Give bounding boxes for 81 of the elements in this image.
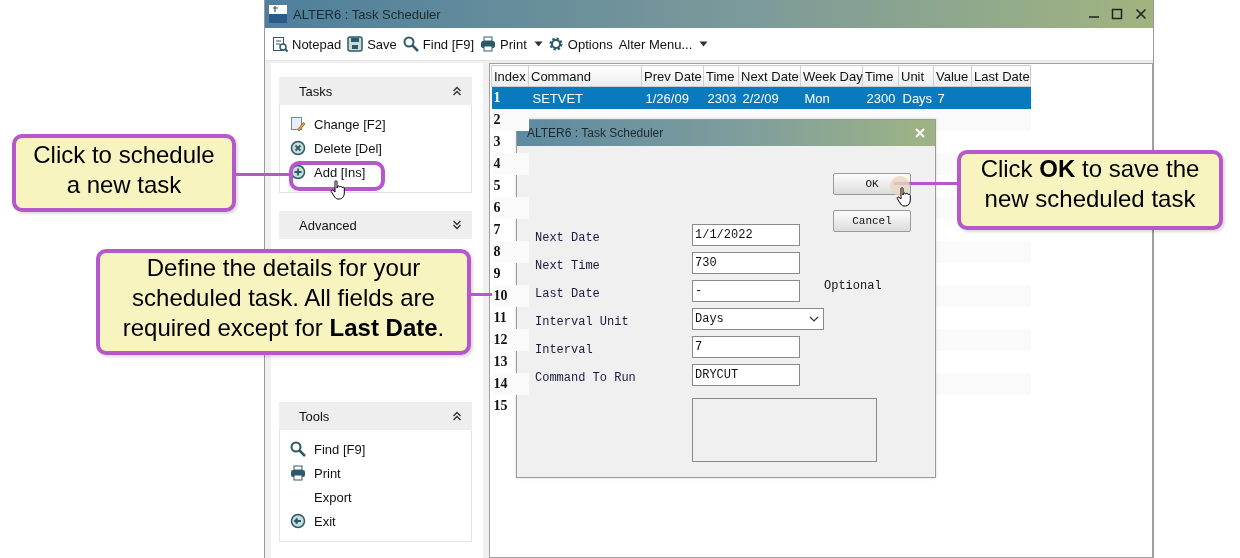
row-index: 6 (491, 197, 529, 219)
toolbar-button[interactable]: Save (346, 36, 402, 52)
row-index: 9 (491, 263, 529, 285)
input-field[interactable]: DRYCUT (692, 364, 800, 386)
toolbar-button[interactable]: Print (479, 36, 532, 52)
input-field[interactable]: - (692, 280, 800, 302)
input-field[interactable]: 730 (692, 252, 800, 274)
column-header[interactable]: Prev Date (641, 65, 704, 87)
hand-cursor-icon (896, 187, 912, 207)
toolbar-button[interactable]: Options (546, 36, 618, 52)
sidebar-item[interactable]: Exit (290, 511, 336, 531)
row-index: 8 (491, 241, 529, 263)
row-index: 10 (491, 285, 529, 307)
column-header[interactable]: Command (528, 65, 642, 87)
save-icon (347, 36, 364, 52)
toolbar-button[interactable]: Notepad (271, 36, 347, 52)
field-label: Interval Unit (535, 314, 629, 329)
toolbar-button[interactable]: Find [F9] (401, 36, 480, 52)
callout: Click to schedule a new task (12, 134, 236, 212)
row-index: 12 (491, 329, 529, 351)
notepad-icon (272, 36, 288, 52)
close-icon (1135, 8, 1147, 20)
row-index: 15 (491, 395, 529, 417)
column-header[interactable]: Time (862, 65, 899, 87)
input-field[interactable]: 1/1/2022 (692, 224, 800, 246)
delete-icon (290, 140, 306, 156)
row-index: 2 (491, 109, 529, 131)
sidebar-item[interactable]: Print (290, 463, 341, 483)
close-icon (915, 128, 925, 138)
row-index: 7 (491, 219, 529, 241)
section-header[interactable]: Tools (279, 402, 472, 430)
gear-icon (547, 36, 564, 52)
callout: Click OK to save the new scheduled task (957, 150, 1223, 230)
field-label: Command To Run (535, 370, 636, 385)
column-header[interactable]: Last Date (971, 65, 1031, 87)
toolbar-button[interactable]: Alter Menu... (617, 36, 698, 52)
search-icon (402, 36, 419, 52)
section-title: Tools (299, 408, 330, 424)
section-header[interactable]: Advanced (279, 211, 472, 239)
maximize-icon (1111, 8, 1123, 20)
row-index: 4 (491, 153, 529, 175)
row-index: 5 (491, 175, 529, 197)
field-label: Interval (535, 342, 593, 357)
input-field[interactable]: 7 (692, 336, 800, 358)
column-header[interactable]: Unit (898, 65, 934, 87)
section-title: Advanced (299, 217, 357, 233)
sidebar-item[interactable]: Export (290, 487, 352, 507)
column-header[interactable]: Index (491, 65, 529, 87)
column-header[interactable]: Week Day (800, 65, 863, 87)
minimize-icon (1089, 16, 1099, 18)
sidebar-item[interactable]: Delete [Del] (290, 138, 382, 158)
search-icon (290, 441, 306, 457)
printer-icon (480, 36, 497, 52)
pencil-document-icon (290, 116, 306, 132)
row-index: 1 (491, 86, 529, 109)
row-index: 11 (491, 307, 529, 329)
hint-text: Optional (824, 279, 882, 293)
sidebar-item[interactable]: Find [F9] (290, 439, 366, 459)
sidebar-item[interactable]: Add [Ins] (290, 162, 366, 182)
section-header[interactable]: Tasks (279, 77, 472, 105)
row-index: 14 (491, 373, 529, 395)
field-label: Next Date (535, 230, 600, 245)
column-header[interactable]: Time (703, 65, 739, 87)
selected-row-highlight[interactable]: 1 SETVET 1/26/09 2303 2/2/09 Mon 2300 Days 7 (491, 86, 1031, 109)
column-header[interactable]: Next Date (738, 65, 801, 87)
app-icon (269, 5, 287, 23)
chevron-down-icon (809, 316, 819, 322)
window-title: ALTER6 : Task Scheduler (293, 6, 441, 22)
dropdown-field[interactable]: Days (692, 308, 824, 330)
leader-line (235, 173, 290, 176)
dialog-title: ALTER6 : Task Scheduler (527, 126, 664, 140)
callout: Define the details for your scheduled task. All fields are required except for Last Date. (96, 249, 471, 355)
arrow-left-icon (290, 513, 306, 529)
column-header[interactable]: Value (933, 65, 972, 87)
field-label: Last Date (535, 286, 600, 301)
row-index: 13 (491, 351, 529, 373)
field-label: Next Time (535, 258, 600, 273)
section-title: Tasks (299, 83, 333, 99)
sidebar-item[interactable]: Change [F2] (290, 114, 386, 134)
printer-icon (290, 465, 306, 481)
cancel-button[interactable]: Cancel (833, 210, 911, 232)
